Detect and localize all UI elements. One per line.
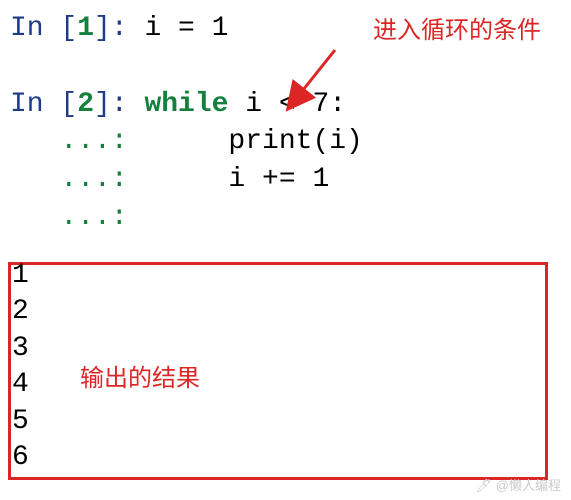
watermark: 🖊 @懒人编程 [476, 475, 561, 494]
continuation-prompt: ...: [10, 164, 144, 195]
blank-line [10, 48, 561, 86]
keyword-while: while [144, 89, 228, 120]
prompt-num: 2 [77, 89, 94, 120]
output-line: 4 [12, 367, 29, 403]
code-text: i += 1 [144, 164, 329, 195]
prompt-in: In [ [10, 89, 77, 120]
prompt-close: ]: [94, 13, 144, 44]
code-cell-2-line1: In [2]: while i < 7: [10, 86, 561, 124]
code-cell-2-line2: ...: print(i) [10, 123, 561, 161]
condition-text: i < 7: [228, 89, 346, 120]
code-text: i = 1 [144, 13, 228, 44]
output-line: 6 [12, 440, 29, 476]
prompt-in: In [ [10, 13, 77, 44]
continuation-prompt: ...: [10, 126, 144, 157]
code-cell-2-line4: ...: [10, 199, 561, 237]
code-cell-2-line3: ...: i += 1 [10, 161, 561, 199]
code-text: print(i) [144, 126, 362, 157]
output-content: 1 2 3 4 5 6 [12, 258, 29, 476]
output-line: 3 [12, 331, 29, 367]
output-line: 2 [12, 294, 29, 330]
continuation-prompt: ...: [10, 202, 144, 233]
output-line: 5 [12, 404, 29, 440]
output-line: 1 [12, 258, 29, 294]
prompt-num: 1 [77, 13, 94, 44]
annotation-output: 输出的结果 [80, 358, 200, 393]
prompt-close: ]: [94, 89, 144, 120]
annotation-loop-condition: 进入循环的条件 [373, 10, 541, 45]
